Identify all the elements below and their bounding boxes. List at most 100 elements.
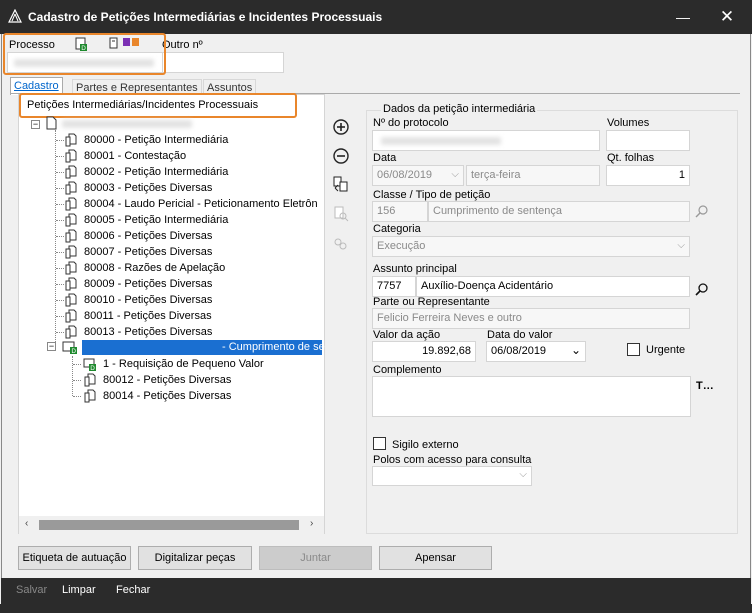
document-icon [65,165,77,179]
document-icon [65,213,77,227]
tree-child-label: 1 - Requisição de Pequeno Valor [103,358,264,370]
outro-numero-label: Outro nº [162,39,203,51]
document-icon [84,373,96,387]
data-label: Data [373,152,397,164]
tree-child-label: 80014 - Petições Diversas [103,390,232,402]
juntar-button[interactable]: Juntar [259,546,372,570]
categoria-select[interactable]: Execução ⌵ [372,236,690,257]
tree-item-label: 80005 - Petição Intermediária [84,214,229,226]
tree-item-label: 80008 - Razões de Apelação [84,262,226,274]
assunto-search-icon[interactable] [695,282,709,296]
data-valor-label: Data do valor [487,329,553,341]
close-button[interactable]: ✕ [704,0,750,34]
tree-item-label: 80011 - Petições Diversas [84,310,212,322]
assunto-label: Assunto principal [373,263,457,275]
qt-folhas-label: Qt. folhas [607,152,655,164]
fechar-button[interactable]: Fechar [116,584,150,596]
text-format-icon[interactable]: T… [696,380,714,392]
document-icon [65,293,77,307]
scroll-thumb[interactable] [39,520,299,530]
root-process-number [62,120,192,128]
processo-highlight-box [3,33,166,75]
chevron-down-icon: ⌵ [677,240,685,251]
svg-text:D: D [90,365,95,371]
tree-item-label: 80002 - Petição Intermediária [84,166,229,178]
chevron-down-icon: ⌵ [451,169,459,180]
urgente-checkbox[interactable] [627,343,640,356]
chevron-down-icon: ⌵ [519,469,527,480]
polos-label: Polos com acesso para consulta [373,454,532,466]
scroll-right-icon[interactable]: › [310,518,313,529]
link-icon[interactable] [332,235,350,253]
tree-collapse-toggle[interactable]: − [31,120,40,129]
complemento-label: Complemento [373,364,442,376]
volumes-input[interactable] [606,130,690,151]
document-icon [65,149,77,163]
horizontal-scrollbar[interactable]: ‹ › [19,516,324,534]
tree-title-highlight-box [19,93,297,118]
scroll-left-icon[interactable]: ‹ [25,518,28,529]
tree-item-label: 80009 - Petições Diversas [84,278,213,290]
assunto-value-input[interactable]: Auxílio-Doença Acidentário [416,276,690,297]
move-document-icon[interactable] [332,175,350,193]
sigilo-checkbox[interactable] [373,437,386,450]
salvar-button[interactable]: Salvar [16,584,47,596]
tree-item-label: 80010 - Petições Diversas [84,294,213,306]
tree-item-label: 80004 - Laudo Pericial - Peticionamento … [84,198,318,210]
classe-search-icon[interactable] [695,204,709,218]
classe-code-input[interactable]: 156 [372,201,428,222]
document-icon [65,133,77,147]
polos-select[interactable]: ⌵ [372,466,532,486]
protocolo-input[interactable] [372,130,600,151]
document-icon [65,277,77,291]
folder-digital-icon: D [62,341,77,355]
root-document-icon [46,116,57,130]
complemento-textarea[interactable] [372,376,691,417]
tree-item-selected[interactable]: - Cumprimento de se [82,340,325,355]
tree-item-label: 80007 - Petições Diversas [84,246,213,258]
document-icon [65,229,77,243]
parte-label: Parte ou Representante [373,296,490,308]
window-bottom-border [0,604,752,613]
assunto-code-input[interactable]: 7757 [372,276,416,297]
sigilo-label: Sigilo externo [392,439,459,451]
apensar-button[interactable]: Apensar [379,546,492,570]
footer-bar: Salvar Limpar Fechar [1,578,751,604]
data-picker[interactable]: 06/08/2019 ⌵ [372,165,464,186]
valor-acao-label: Valor da ação [373,329,441,341]
qt-folhas-input[interactable]: 1 [606,165,690,186]
tree-item-label: 80006 - Petições Diversas [84,230,213,242]
tree-collapse-toggle-selected[interactable]: − [47,342,56,351]
valor-acao-input[interactable]: 19.892,68 [372,341,476,362]
limpar-button[interactable]: Limpar [62,584,96,596]
categoria-label: Categoria [373,223,421,235]
window-title: Cadastro de Petições Intermediárias e In… [28,10,383,24]
dados-peticao-title: Dados da petição intermediária [381,103,538,115]
remove-icon[interactable] [332,147,350,165]
digitalizar-button[interactable]: Digitalizar peças [138,546,252,570]
document-icon [65,325,77,339]
minimize-button[interactable]: — [660,0,706,34]
document-icon [65,197,77,211]
volumes-label: Volumes [607,117,650,129]
classe-label: Classe / Tipo de petição [373,189,491,201]
chevron-down-icon: ⌄ [570,343,581,357]
weekday-field: terça-feira [466,165,600,186]
app-logo-icon [8,9,22,23]
classe-value-input[interactable]: Cumprimento de sentença [428,201,690,222]
document-icon [84,389,96,403]
svg-text:D: D [71,348,76,355]
etiqueta-button[interactable]: Etiqueta de autuação [18,546,131,570]
folder-digital-icon: D [83,358,96,371]
parte-input[interactable]: Felicio Ferreira Neves e outro [372,308,690,329]
data-valor-picker[interactable]: 06/08/2019 ⌄ [486,341,586,362]
document-icon [65,261,77,275]
search-document-icon[interactable] [332,205,350,223]
document-icon [65,245,77,259]
title-bar: Cadastro de Petições Intermediárias e In… [0,0,752,34]
add-icon[interactable] [332,118,350,136]
document-icon [65,309,77,323]
outro-numero-input[interactable] [162,52,284,73]
urgente-label: Urgente [646,344,686,356]
tree-item-label: 80003 - Petições Diversas [84,182,213,194]
